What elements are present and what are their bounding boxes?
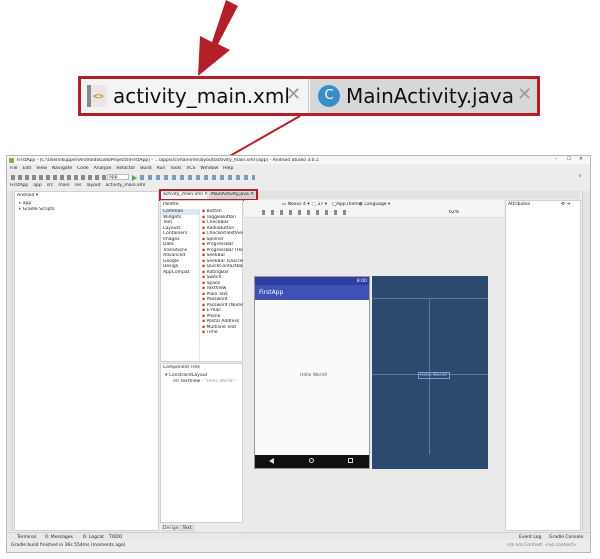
tree-item-textview[interactable]: Ab TextView - "Hello World!" (173, 379, 236, 384)
home-icon[interactable] (309, 458, 314, 463)
status-bar-ide: Gradle build finished in 36s 554ms (mome… (7, 541, 590, 549)
palette-category[interactable]: AppCompat (161, 270, 199, 276)
menu-item-build[interactable]: Build (140, 166, 151, 171)
close-icon[interactable]: ✕ (286, 84, 301, 105)
tool-gradle-console[interactable]: Gradle Console (549, 535, 583, 540)
main-toolbar: app ⌕ (7, 173, 590, 182)
menu-item-refactor[interactable]: Refactor (116, 166, 135, 171)
tool-messages[interactable]: 0: Messages (45, 535, 73, 540)
toolbar-icons-right[interactable] (140, 175, 255, 180)
close-window-button[interactable]: ✕ (579, 157, 583, 162)
palette-items: ▪ Button ▪ ToggleButton ▪ CheckBox ▪ RadioB… (199, 209, 243, 361)
status-text: Gradle build finished in 36s 554ms (mome… (11, 543, 126, 548)
tab-label: MainActivity.java (346, 84, 514, 108)
menu-item-file[interactable]: File (10, 166, 18, 171)
breadcrumb: FirstApp app src main res layout activity_main… (10, 183, 170, 190)
attributes-panel: Attributes ⚙ ⇥ (505, 200, 581, 531)
text-tab[interactable]: Text (180, 525, 194, 531)
tool-logcat[interactable]: 6: Logcat (83, 535, 104, 540)
menu-item-code[interactable]: Code (77, 166, 89, 171)
menu-item-window[interactable]: Window (200, 166, 218, 171)
menu-bar: File Edit View Navigate Code Analyze Refactor B… (10, 166, 310, 172)
class-icon: C (318, 85, 340, 107)
right-tool-strip (582, 191, 590, 531)
blueprint-preview: Hello World! (372, 276, 488, 469)
menu-item-run[interactable]: Run (157, 166, 166, 171)
tool-event-log[interactable]: Event Log (519, 535, 541, 540)
layout-tools-icons[interactable] (262, 210, 352, 215)
project-item-gradle[interactable]: ▸ Gradle Scripts (19, 207, 55, 212)
back-icon[interactable] (269, 458, 274, 464)
bottom-tool-bar: Terminal 0: Messages 6: Logcat TODO Even… (7, 532, 590, 540)
menu-item-vcs[interactable]: VCS (186, 166, 195, 171)
tab-activity-main-xml[interactable]: <> activity_main.xml ✕ (81, 79, 309, 113)
title-bar: FirstApp - [C:\Users\kupper\AndroidStudi… (7, 156, 590, 164)
component-tree-panel: Component Tree ▾ ConstraintLayout Ab Tex… (160, 363, 243, 523)
tab-label: activity_main.xml (113, 84, 290, 108)
design-surface: 8:00 FirstApp Hello World! Hello World! (244, 219, 504, 531)
breadcrumb-item[interactable]: FirstApp (10, 183, 28, 188)
device-select[interactable]: ▭ Nexus 4 ▾ (282, 202, 310, 207)
project-panel: Android ▾ ▸ app ▸ Gradle Scripts (14, 191, 159, 531)
hello-world-text[interactable]: Hello World! (300, 373, 328, 378)
attributes-title: Attributes (508, 202, 531, 207)
api-select[interactable]: ⬚ 27 ▾ (312, 202, 327, 207)
close-icon[interactable]: ✕ (517, 84, 532, 105)
recents-icon[interactable] (348, 458, 353, 463)
project-view-select[interactable]: Android ▾ (17, 193, 157, 199)
tab-main-activity-java[interactable]: C MainActivity.java ✕ (310, 79, 537, 113)
project-item-app[interactable]: ▸ app (19, 201, 31, 206)
menu-item-navigate[interactable]: Navigate (52, 166, 72, 171)
breadcrumb-item[interactable]: layout (86, 183, 100, 188)
app-title: FirstApp (259, 288, 284, 296)
phone-preview: 8:00 FirstApp Hello World! (254, 276, 370, 469)
zoom-level: 62% (449, 210, 460, 215)
palette-panel: Palette Common Widgets Text Layouts Containe… (160, 200, 243, 362)
design-toolbar: ▭ Nexus 4 ▾ ⬚ 27 ▾ ◯AppTheme ◍ Language … (244, 200, 504, 218)
palette-categories: Common Widgets Text Layouts Containers Images… (161, 209, 199, 359)
menu-item-edit[interactable]: Edit (23, 166, 32, 171)
minimize-button[interactable]: – (555, 157, 557, 162)
component-tree-title: Component Tree (163, 365, 200, 370)
menu-item-analyze[interactable]: Analyze (94, 166, 112, 171)
navigation-bar (255, 455, 369, 468)
blueprint-textview[interactable]: Hello World! (418, 372, 450, 379)
tool-terminal[interactable]: Terminal (17, 535, 36, 540)
status-bar: 8:00 (255, 277, 369, 285)
run-config-select[interactable]: app (107, 174, 129, 180)
breadcrumb-item[interactable]: app (33, 183, 41, 188)
breadcrumb-item[interactable]: main (58, 183, 69, 188)
breadcrumb-item[interactable]: activity_main.xml (106, 183, 146, 188)
android-studio-window: FirstApp - [C:\Users\kupper\AndroidStudi… (6, 155, 591, 553)
maximize-button[interactable]: ☐ (567, 157, 571, 162)
theme-select[interactable]: ◯AppTheme (332, 202, 361, 207)
pointer-arrow-top (198, 0, 238, 76)
palette-title: Palette (163, 202, 179, 207)
breadcrumb-item[interactable]: res (75, 183, 82, 188)
status-right: n/a n/a Context: <no context> (507, 543, 577, 548)
app-bar: FirstApp (255, 285, 369, 300)
tab-callout: <> activity_main.xml ✕ C MainActivity.ja… (78, 76, 540, 116)
run-icon[interactable] (132, 175, 137, 181)
xml-file-icon: <> (87, 85, 107, 107)
menu-item-help[interactable]: Help (223, 166, 233, 171)
attributes-settings-icon[interactable]: ⚙ ⇥ (561, 202, 570, 207)
language-select[interactable]: ◍ Language ▾ (359, 202, 390, 207)
window-title: FirstApp - [C:\Users\kupper\AndroidStudi… (17, 157, 319, 163)
tree-item-constraint-layout[interactable]: ▾ ConstraintLayout (165, 373, 207, 378)
design-tab[interactable]: Design (162, 525, 179, 531)
menu-item-view[interactable]: View (36, 166, 47, 171)
toolbar-icons[interactable] (11, 175, 106, 180)
search-icon[interactable]: ⌕ (579, 174, 582, 179)
tool-todo[interactable]: TODO (109, 535, 122, 540)
android-studio-icon (9, 157, 14, 163)
breadcrumb-item[interactable]: src (47, 183, 54, 188)
palette-item[interactable]: ▪ Time (200, 330, 243, 336)
menu-item-tools[interactable]: Tools (170, 166, 181, 171)
left-tool-strip (7, 191, 13, 531)
